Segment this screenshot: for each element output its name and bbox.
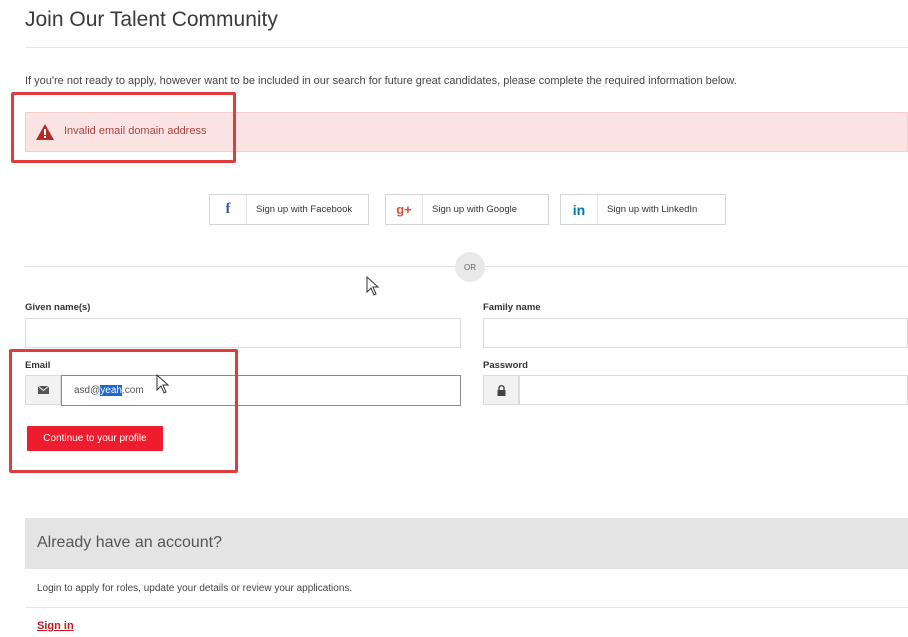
- page-title: Join Our Talent Community: [25, 8, 278, 31]
- facebook-signup-button[interactable]: f Sign up with Facebook: [209, 194, 369, 225]
- account-section-title: Already have an account?: [37, 534, 223, 551]
- lock-icon: [497, 384, 505, 396]
- password-addon: [483, 375, 519, 405]
- linkedin-signup-label: Sign up with LinkedIn: [607, 204, 698, 215]
- sign-in-link[interactable]: Sign in: [37, 620, 74, 632]
- family-name-input[interactable]: [483, 318, 908, 348]
- account-section-header: Already have an account?: [25, 518, 908, 569]
- given-name-input[interactable]: [25, 318, 461, 348]
- family-name-label: Family name: [483, 302, 541, 313]
- password-input[interactable]: [519, 375, 908, 405]
- linkedin-signup-button[interactable]: in Sign up with LinkedIn: [560, 194, 726, 225]
- google-signup-label: Sign up with Google: [432, 204, 518, 215]
- facebook-icon: f: [210, 195, 247, 224]
- google-plus-icon: g+: [386, 195, 423, 224]
- password-label: Password: [483, 360, 528, 371]
- or-divider-badge: OR: [455, 252, 485, 282]
- annotation-highlight-alert: [11, 92, 236, 163]
- annotation-highlight-email: [9, 349, 238, 473]
- account-divider: [25, 607, 908, 608]
- mouse-cursor-icon: [366, 276, 380, 296]
- given-name-label: Given name(s): [25, 302, 91, 313]
- google-signup-button[interactable]: g+ Sign up with Google: [385, 194, 549, 225]
- title-divider: [25, 47, 908, 48]
- intro-text: If you're not ready to apply, however wa…: [25, 75, 737, 87]
- linkedin-icon: in: [561, 195, 598, 224]
- account-description: Login to apply for roles, update your de…: [37, 583, 353, 594]
- facebook-signup-label: Sign up with Facebook: [256, 204, 353, 215]
